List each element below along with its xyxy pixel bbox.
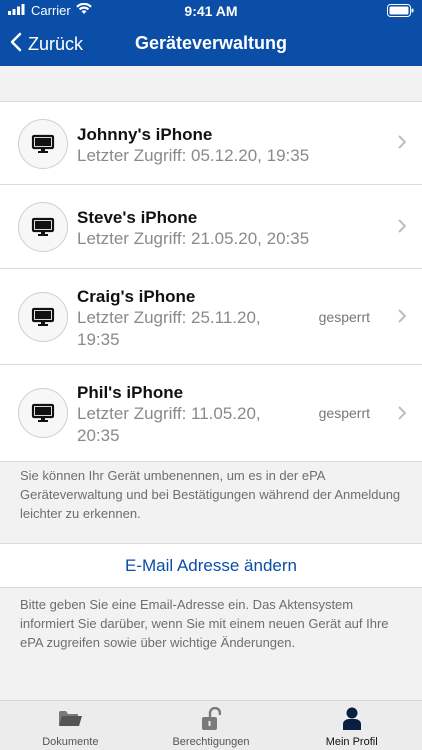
device-icon — [18, 292, 68, 342]
monitor-icon — [31, 403, 55, 422]
lock-icon — [201, 706, 222, 736]
chevron-right-icon — [398, 309, 407, 328]
tab-documents[interactable]: Dokumente — [0, 701, 141, 750]
page-title: Geräteverwaltung — [134, 33, 288, 53]
monitor-icon — [31, 307, 55, 326]
device-text: Craig's iPhone Letzter Zugriff: 25.11.20… — [77, 286, 261, 351]
tab-permissions-label: Berechtigungen — [172, 736, 250, 748]
device-icon — [18, 202, 68, 252]
device-row[interactable]: Steve's iPhone Letzter Zugriff: 21.05.20… — [0, 185, 422, 269]
device-text: Johnny's iPhone Letzter Zugriff: 05.12.2… — [77, 124, 309, 167]
device-row[interactable]: Johnny's iPhone Letzter Zugriff: 05.12.2… — [0, 102, 422, 185]
status-bar: Carrier 9:41 AM — [0, 0, 422, 22]
tab-documents-label: Dokumente — [42, 736, 99, 748]
tab-my-profile-label: Mein Profil — [325, 736, 378, 748]
device-last-access: Letzter Zugriff: 21.05.20, 20:35 — [77, 229, 310, 248]
device-row[interactable]: Phil's iPhone Letzter Zugriff: 11.05.20,… — [0, 365, 422, 462]
tab-permissions[interactable]: Berechtigungen — [141, 701, 282, 750]
device-icon — [18, 388, 68, 438]
device-name: Johnny's iPhone — [77, 125, 213, 144]
tab-my-profile[interactable]: Mein Profil — [281, 701, 422, 750]
chevron-right-icon — [398, 135, 407, 154]
email-info-text: Bitte geben Sie eine Email-Adresse ein. … — [20, 597, 389, 650]
device-text: Steve's iPhone Letzter Zugriff: 21.05.20… — [77, 207, 309, 250]
folder-icon — [57, 707, 83, 734]
device-name: Steve's iPhone — [77, 208, 198, 227]
status-time: 9:41 AM — [184, 3, 238, 19]
locked-status: gesperrt — [318, 405, 370, 421]
change-email-label: E-Mail Adresse ändern — [125, 555, 297, 575]
chevron-right-icon — [398, 406, 407, 425]
device-last-access-line1: Letzter Zugriff: 25.11.20, — [77, 308, 261, 327]
top-spacer — [0, 66, 422, 101]
monitor-icon — [31, 134, 55, 153]
device-name: Phil's iPhone — [77, 383, 184, 402]
device-last-access-line2: 20:35 — [77, 426, 120, 445]
battery-icon — [387, 4, 414, 20]
device-name: Craig's iPhone — [77, 287, 196, 306]
app-header: Carrier 9:41 AM Zurück Geräteverwaltung — [0, 0, 422, 66]
device-last-access-line2: 19:35 — [77, 330, 120, 349]
device-text: Phil's iPhone Letzter Zugriff: 11.05.20,… — [77, 382, 261, 447]
device-last-access-line1: Letzter Zugriff: 11.05.20, — [77, 404, 261, 423]
person-icon — [342, 707, 362, 736]
change-email-button[interactable]: E-Mail Adresse ändern — [0, 543, 422, 588]
navigation-bar: Zurück Geräteverwaltung — [0, 22, 422, 66]
device-row[interactable]: Craig's iPhone Letzter Zugriff: 25.11.20… — [0, 269, 422, 365]
monitor-icon — [31, 217, 55, 236]
device-icon — [18, 119, 68, 169]
rename-info-text: Sie können Ihr Gerät umbenennen, um es i… — [20, 468, 401, 521]
locked-status: gesperrt — [318, 309, 370, 325]
chevron-right-icon — [398, 219, 407, 238]
tab-bar: Dokumente Berechtigungen Mein Profil — [0, 700, 422, 750]
device-last-access: Letzter Zugriff: 05.12.20, 19:35 — [77, 146, 310, 165]
device-list: Johnny's iPhone Letzter Zugriff: 05.12.2… — [0, 101, 422, 462]
